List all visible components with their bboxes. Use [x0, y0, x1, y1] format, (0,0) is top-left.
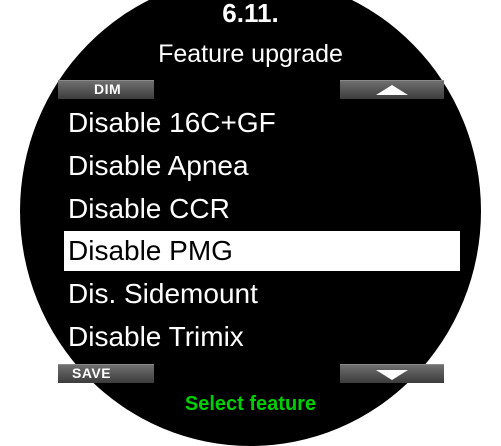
menu-item-disable-apnea[interactable]: Disable Apnea	[68, 146, 249, 186]
status-message: Select feature	[184, 393, 317, 415]
menu-item-disable-16c-gf[interactable]: Disable 16C+GF	[68, 103, 276, 143]
arrow-up-icon	[376, 85, 408, 95]
dim-button[interactable]: DIM	[94, 80, 121, 99]
menu-number: 6.11.	[222, 0, 279, 28]
menu-item-disable-pmg[interactable]: Disable PMG	[64, 231, 460, 271]
menu-item-dis-sidemount[interactable]: Dis. Sidemount	[68, 274, 258, 314]
page-title: Feature upgrade	[158, 40, 343, 68]
save-button[interactable]: SAVE	[72, 364, 111, 383]
arrow-down-icon	[376, 370, 408, 380]
down-button[interactable]	[340, 364, 444, 383]
menu-item-disable-ccr[interactable]: Disable CCR	[68, 189, 230, 229]
menu-item-disable-trimix[interactable]: Disable Trimix	[68, 317, 244, 357]
up-button[interactable]	[340, 80, 444, 99]
